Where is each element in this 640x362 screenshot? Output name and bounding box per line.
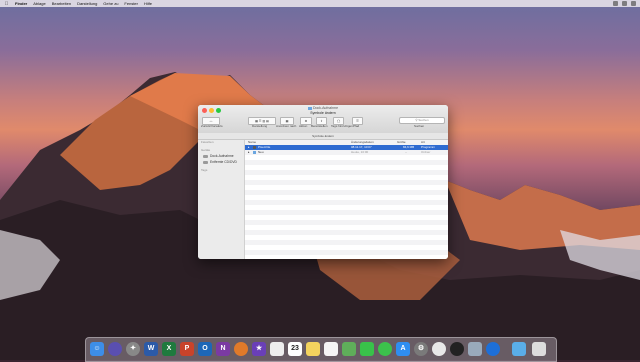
launchpad-icon[interactable]: ✦ — [126, 342, 140, 356]
teamviewer-icon[interactable] — [486, 342, 500, 356]
maps-icon[interactable] — [342, 342, 356, 356]
file-size: -- — [405, 150, 407, 154]
finder-icon[interactable]: ☺ — [90, 342, 104, 356]
window-toolbar: Dock-Aufnahme Symbole ändern ‹ › Zurück/… — [198, 105, 448, 134]
wifi-icon[interactable] — [613, 1, 618, 6]
window-title: Dock-Aufnahme — [198, 106, 448, 110]
back-forward-label: Zurück/Vorwärts — [201, 124, 223, 128]
outlook-icon[interactable]: O — [198, 342, 212, 356]
sidebar-item-label: Entfernte CD/DVD — [210, 160, 237, 164]
file-kind: Ordner — [421, 150, 431, 154]
menu-gehe-zu[interactable]: Gehe zu — [103, 1, 118, 6]
window-path-label: Symbole ändern — [310, 111, 336, 115]
file-name: Neu — [258, 150, 264, 154]
menu-fenster[interactable]: Fenster — [124, 1, 138, 6]
appstore-icon[interactable]: A — [396, 342, 410, 356]
settings-icon[interactable]: ⚙ — [414, 342, 428, 356]
messages-icon[interactable] — [378, 342, 392, 356]
siri-icon[interactable] — [108, 342, 122, 356]
search-input[interactable]: ⚲ Suchen — [399, 117, 445, 124]
sidebar-devices-header: Geräte — [201, 148, 211, 152]
search-label: Suchen — [414, 124, 425, 128]
powerpoint-icon[interactable]: P — [180, 342, 194, 356]
notes-icon[interactable] — [306, 342, 320, 356]
search-placeholder: Suchen — [418, 118, 429, 122]
sidebar-favorites-header: Favoriten — [201, 140, 214, 144]
action-label: Aktion — [299, 124, 308, 128]
finder-window: Dock-Aufnahme Symbole ändern ‹ › Zurück/… — [198, 105, 448, 259]
imovie-icon[interactable]: ★ — [252, 342, 266, 356]
firefox-icon[interactable] — [234, 342, 248, 356]
calendar-icon[interactable]: 23 — [288, 342, 302, 356]
app-icon — [253, 146, 256, 149]
file-list: ▸ Pixel-File 08.11.17, 10:07 84,6 MB Pro… — [245, 145, 448, 259]
reminders-icon[interactable] — [324, 342, 338, 356]
disk-icon — [203, 154, 208, 158]
tab-label: Symbole ändern — [312, 134, 334, 138]
drive-icon — [307, 106, 312, 110]
sidebar-item-remote-disc[interactable]: Entfernte CD/DVD — [203, 160, 237, 164]
trash-icon[interactable] — [532, 342, 546, 356]
file-date: Heute, 10:00 — [351, 150, 369, 154]
preview-icon[interactable] — [468, 342, 482, 356]
word-icon[interactable]: W — [144, 342, 158, 356]
photos-icon[interactable] — [270, 342, 284, 356]
apple-icon[interactable]:  — [4, 1, 9, 7]
view-label: Darstellung — [252, 124, 268, 128]
menu-ablage[interactable]: Ablage — [33, 1, 45, 6]
menu-bar:  Finder Ablage Bearbeiten Darstellung G… — [0, 0, 640, 7]
onenote-icon[interactable]: N — [216, 342, 230, 356]
window-title-text: Dock-Aufnahme — [312, 106, 339, 110]
disc-icon — [203, 160, 208, 164]
tags-label: Tags hinzufügen — [331, 124, 353, 128]
spotlight-icon[interactable] — [622, 1, 627, 6]
sidebar-item-label: Dock-Aufnahme — [210, 154, 234, 158]
status-icons — [613, 1, 636, 6]
sidebar-item-dock-aufnahme[interactable]: Dock-Aufnahme — [203, 154, 234, 158]
folder-icon — [253, 151, 256, 154]
sidebar: Favoriten Geräte Dock-Aufnahme Entfernte… — [198, 140, 245, 259]
menu-bearbeiten[interactable]: Bearbeiten — [52, 1, 71, 6]
sidebar-tags-header: Tags — [201, 168, 208, 172]
menu-hilfe[interactable]: Hilfe — [144, 1, 152, 6]
disclosure-triangle-icon[interactable]: ▸ — [248, 150, 250, 155]
path-button-label: Pfad — [353, 124, 360, 128]
menu-darstellung[interactable]: Darstellung — [77, 1, 97, 6]
share-label: Bereitstellen — [311, 124, 328, 128]
itunes-icon[interactable] — [432, 342, 446, 356]
arrange-label: Anordnen nach — [276, 124, 297, 128]
dock: ☺ ✦ W X P O N ★ 23 A ⚙ — [85, 337, 557, 362]
folder-icon[interactable] — [512, 342, 526, 356]
tab-bar[interactable]: Symbole ändern — [198, 133, 448, 140]
facetime-icon[interactable] — [360, 342, 374, 356]
excel-icon[interactable]: X — [162, 342, 176, 356]
table-row[interactable]: ▸ Neu Heute, 10:00 -- Ordner — [245, 150, 448, 155]
menu-finder[interactable]: Finder — [15, 1, 27, 6]
notification-center-icon[interactable] — [631, 1, 636, 6]
quicktime-icon[interactable] — [450, 342, 464, 356]
